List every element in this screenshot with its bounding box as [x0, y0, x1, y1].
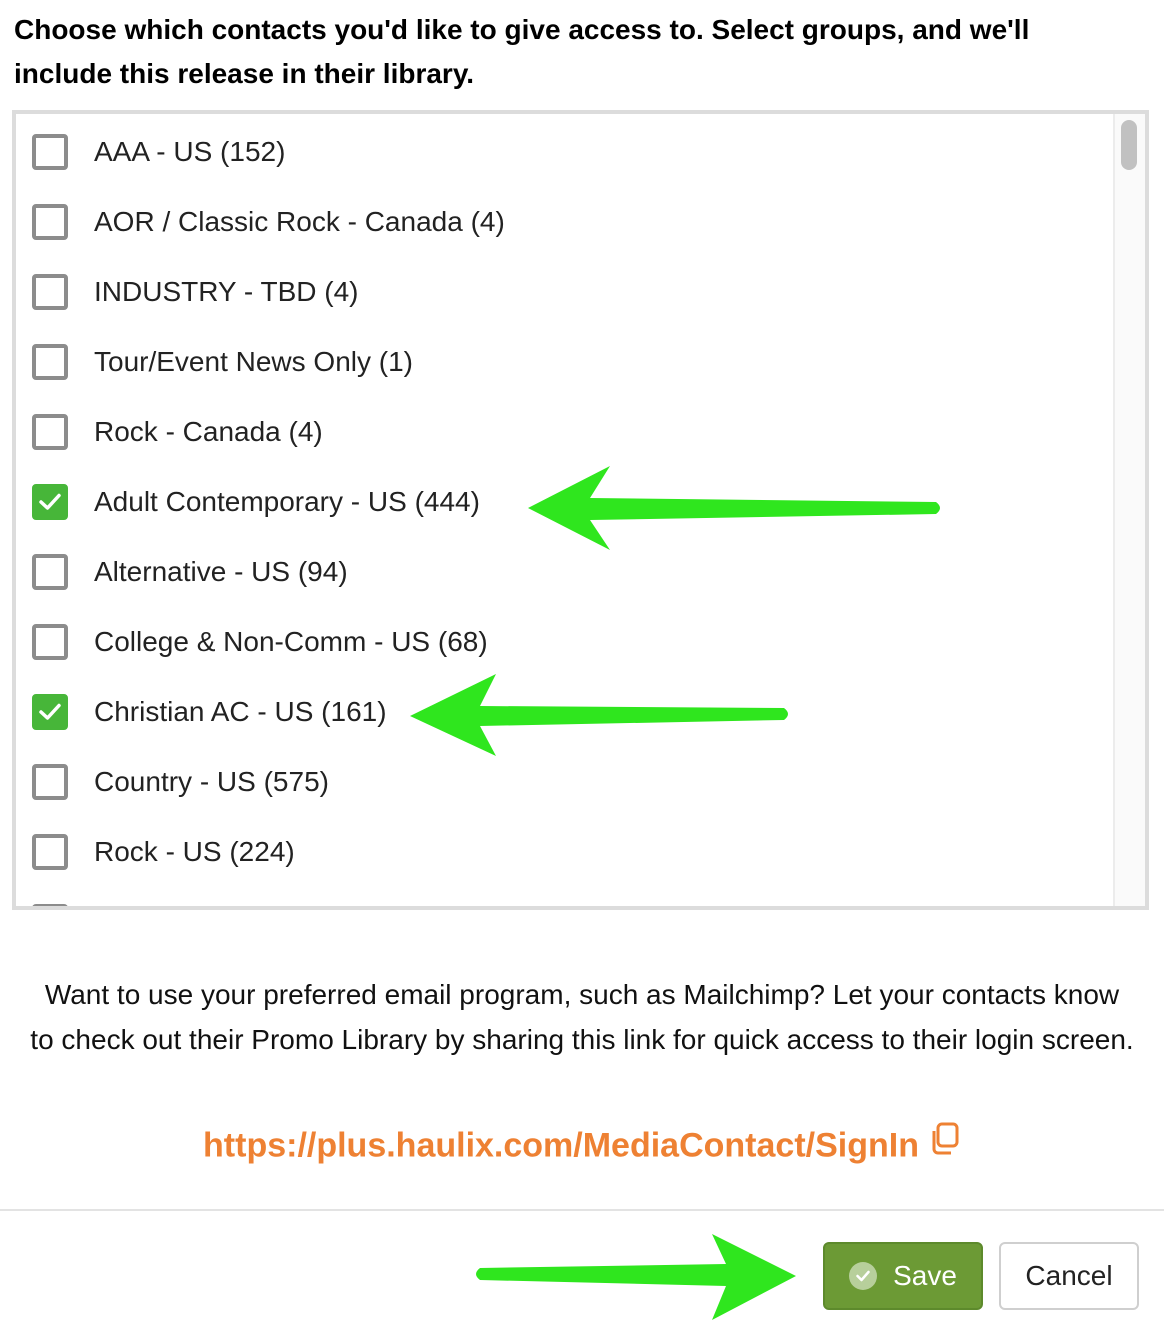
- signin-link-row: https://plus.haulix.com/MediaContact/Sig…: [0, 1122, 1164, 1169]
- group-row[interactable]: Country - US (575): [32, 747, 329, 817]
- scrollbar-thumb[interactable]: [1121, 120, 1137, 170]
- group-label: AOR / Classic Rock - Canada (4): [94, 206, 505, 237]
- save-button[interactable]: Save: [823, 1242, 983, 1310]
- checkbox[interactable]: [32, 204, 68, 240]
- group-row[interactable]: AOR / Classic Rock - Canada (4): [32, 187, 505, 257]
- checkbox[interactable]: [32, 554, 68, 590]
- checkbox[interactable]: [32, 274, 68, 310]
- checkbox[interactable]: [32, 764, 68, 800]
- annotation-arrow-christian-ac: [410, 674, 788, 756]
- group-label: College & Non-Comm - US (68): [94, 626, 488, 657]
- cancel-button-label: Cancel: [1025, 1260, 1113, 1291]
- group-label: Country - US (575): [94, 766, 329, 797]
- checkmark-icon: [39, 493, 61, 510]
- group-label: Rock - US (224): [94, 836, 295, 867]
- group-row[interactable]: Adult Contemporary - US (444): [32, 467, 480, 537]
- group-label: INDUSTRY - TBD (4): [94, 276, 359, 307]
- group-row[interactable]: Christian AC - US (161): [32, 677, 387, 747]
- annotation-arrow-save: [476, 1234, 796, 1320]
- checkbox-checked[interactable]: [32, 484, 68, 520]
- checkbox[interactable]: [32, 414, 68, 450]
- footer-divider: [0, 1209, 1164, 1211]
- info-text: Want to use your preferred email program…: [30, 979, 1134, 1055]
- group-label: AAA - US (152): [94, 136, 286, 167]
- group-row[interactable]: Rock - US (224): [32, 817, 295, 887]
- cancel-button[interactable]: Cancel: [999, 1242, 1139, 1310]
- check-circle-icon: [849, 1262, 878, 1290]
- group-row[interactable]: College & Non-Comm - US (68): [32, 607, 488, 677]
- checkbox[interactable]: [32, 134, 68, 170]
- group-row[interactable]: INDUSTRY - TBD (4): [32, 257, 358, 327]
- group-row[interactable]: Rock - Canada (4): [32, 397, 323, 467]
- group-label: Rock - Canada (4): [94, 416, 323, 447]
- signin-link[interactable]: https://plus.haulix.com/MediaContact/Sig…: [203, 1126, 919, 1164]
- checkmark-icon: [39, 703, 61, 720]
- group-row[interactable]: AAA - US (152): [32, 117, 285, 187]
- group-row-partial[interactable]: [32, 887, 68, 906]
- checkbox-checked[interactable]: [32, 694, 68, 730]
- scrollbar[interactable]: [1113, 114, 1145, 906]
- group-label: Adult Contemporary - US (444): [94, 486, 480, 517]
- group-row[interactable]: Alternative - US (94): [32, 537, 348, 607]
- group-label: Alternative - US (94): [94, 556, 348, 587]
- save-button-label: Save: [893, 1260, 957, 1291]
- group-label: Christian AC - US (161): [94, 696, 387, 727]
- group-row[interactable]: Tour/Event News Only (1): [32, 327, 413, 397]
- instructions-text: Choose which contacts you'd like to give…: [14, 14, 1030, 89]
- checkbox[interactable]: [32, 834, 68, 870]
- checkbox[interactable]: [32, 624, 68, 660]
- checkbox[interactable]: [32, 904, 68, 906]
- annotation-arrow-adult-contemporary: [528, 466, 940, 550]
- copy-icon[interactable]: [929, 1122, 961, 1165]
- checkbox[interactable]: [32, 344, 68, 380]
- group-label: Tour/Event News Only (1): [94, 346, 413, 377]
